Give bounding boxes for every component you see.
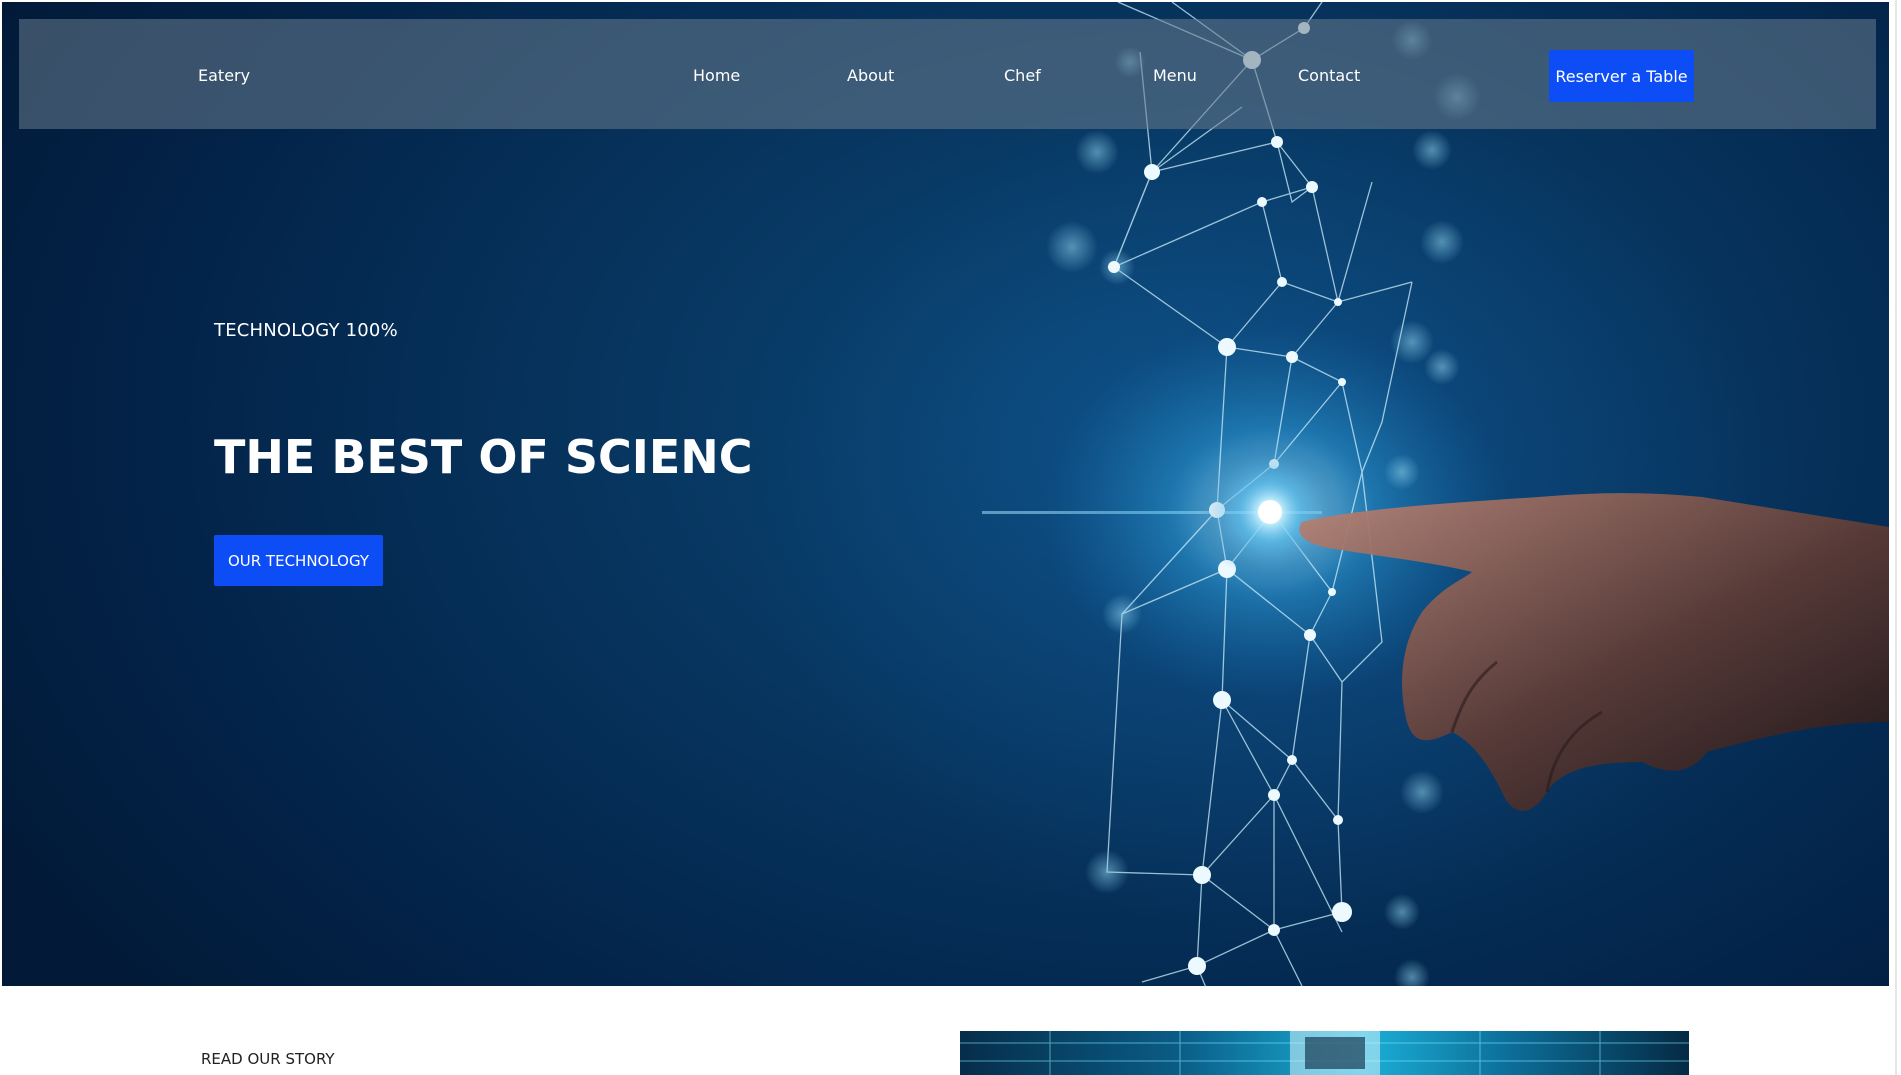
nav-menu[interactable]: Menu [1153,66,1197,85]
hero-network-illustration [982,2,1889,986]
reserve-table-button[interactable]: Reserver a Table [1549,50,1694,102]
story-image-art [960,1031,1689,1075]
nav-about[interactable]: About [847,66,894,85]
hero-headline: THE BEST OF SCIENC [214,430,753,484]
read-our-story-link[interactable]: READ OUR STORY [201,1050,335,1068]
our-technology-button[interactable]: OUR TECHNOLOGY [214,535,383,586]
nav-contact[interactable]: Contact [1298,66,1360,85]
hero-section: Eatery Home About Chef Menu Contact Rese… [2,2,1889,986]
story-image [960,1031,1689,1075]
hero-eyebrow: TECHNOLOGY 100% [214,320,398,341]
nav-chef[interactable]: Chef [1004,66,1041,85]
page-edge-divider [1895,0,1897,1075]
nav-home[interactable]: Home [693,66,740,85]
brand-logo[interactable]: Eatery [198,66,250,85]
